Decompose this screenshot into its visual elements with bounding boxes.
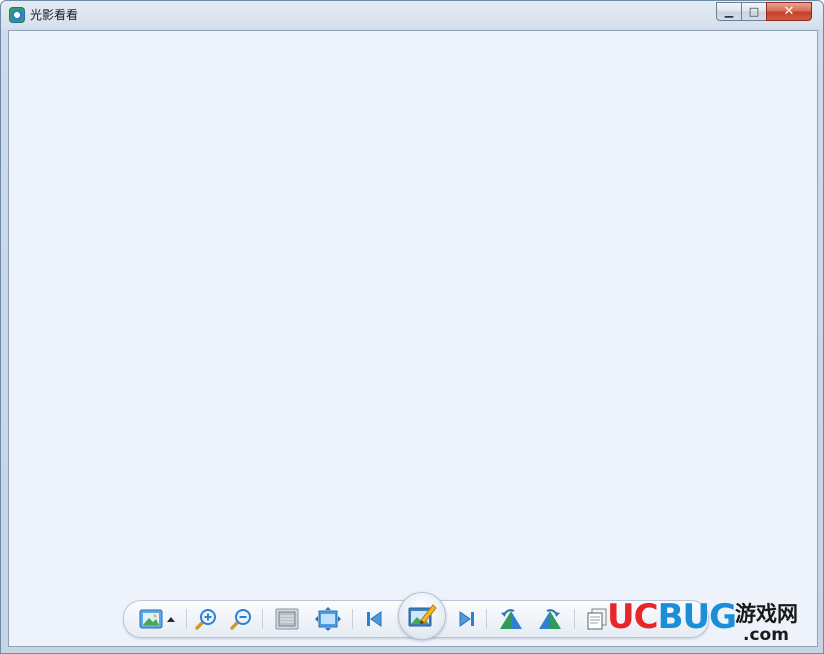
zoom-out-icon <box>230 609 251 630</box>
watermark-chinese: 游戏网 <box>735 601 798 626</box>
window-title: 光影看看 <box>30 8 79 22</box>
previous-button[interactable] <box>361 607 387 631</box>
caret-up-icon <box>167 617 175 622</box>
image-menu-dropdown[interactable] <box>164 607 178 631</box>
window-controls: ▁ □ ✕ <box>716 2 820 22</box>
next-button[interactable] <box>454 607 480 631</box>
rotate-right-icon <box>539 609 561 629</box>
zoom-out-button[interactable] <box>228 607 254 631</box>
zoom-in-button[interactable] <box>193 607 219 631</box>
watermark-letter: U <box>682 597 710 637</box>
rotate-left-button[interactable] <box>498 607 524 631</box>
fit-window-icon <box>275 608 299 630</box>
fit-window-button[interactable] <box>274 607 300 631</box>
app-window: 光影看看 ▁ □ ✕ UCBUG 游戏网 .com <box>0 0 824 654</box>
watermark-ucbug: UCBUG <box>607 597 737 637</box>
watermark-letter: C <box>633 597 659 637</box>
picture-icon <box>139 609 163 629</box>
toolbar-separator <box>574 609 575 629</box>
edit-image-icon <box>408 604 437 627</box>
toolbar-separator <box>486 609 487 629</box>
rotate-right-button[interactable] <box>537 607 563 631</box>
rotate-left-icon <box>500 609 522 629</box>
app-logo-icon <box>9 7 25 23</box>
minimize-button[interactable]: ▁ <box>716 2 742 21</box>
watermark-domain: .com <box>743 625 789 645</box>
watermark-logo: UCBUG 游戏网 .com <box>607 597 821 649</box>
toolbar-separator <box>352 609 353 629</box>
maximize-button[interactable]: □ <box>741 2 767 21</box>
copy-icon <box>587 608 607 630</box>
title-bar[interactable]: 光影看看 ▁ □ ✕ <box>1 1 823 29</box>
toolbar-separator <box>186 609 187 629</box>
watermark-letter: B <box>657 597 684 637</box>
next-icon <box>459 611 474 627</box>
toolbar-separator <box>262 609 263 629</box>
watermark-letter: U <box>607 597 635 637</box>
previous-icon <box>367 611 382 627</box>
edit-image-button[interactable] <box>398 592 446 640</box>
close-button[interactable]: ✕ <box>766 2 812 21</box>
image-menu-button[interactable] <box>138 607 164 631</box>
actual-size-button[interactable] <box>315 607 341 631</box>
watermark-letter: G <box>709 597 737 637</box>
image-viewport[interactable] <box>8 30 818 647</box>
actual-size-icon <box>315 607 341 631</box>
zoom-in-icon <box>195 609 216 630</box>
